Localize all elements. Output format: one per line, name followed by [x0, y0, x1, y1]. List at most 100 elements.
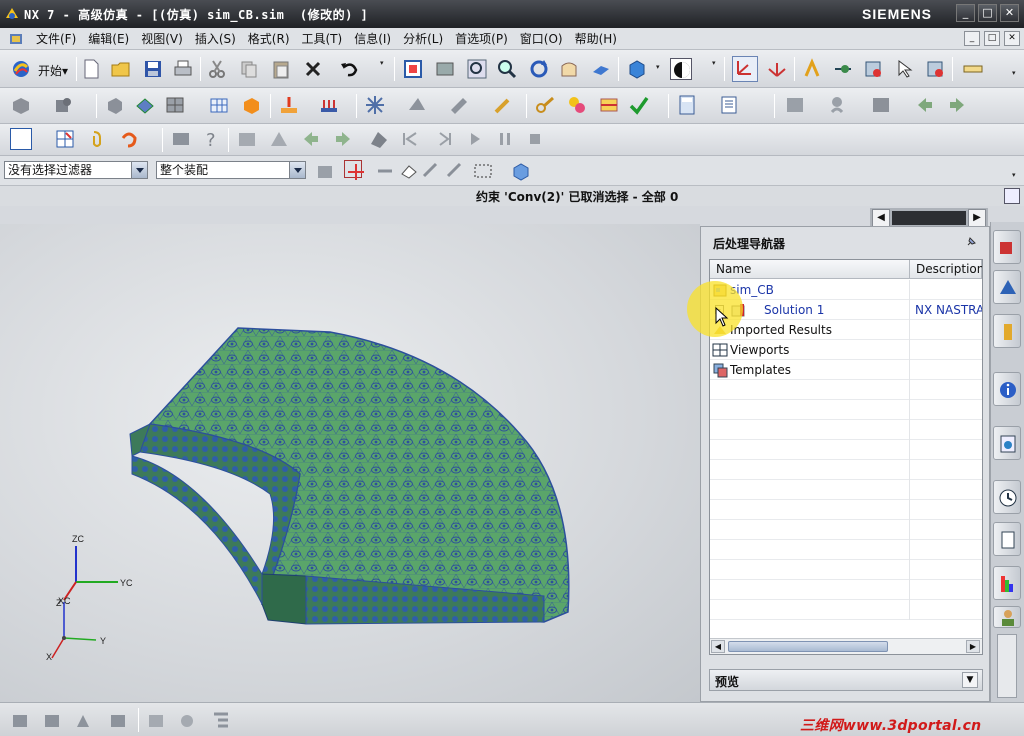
- region-icon[interactable]: [406, 94, 428, 116]
- report-icon[interactable]: [598, 94, 620, 116]
- more-dropdown-icon[interactable]: ▾: [712, 60, 718, 67]
- shading-dropdown-icon[interactable]: ▾: [656, 64, 662, 71]
- rb-info-tab[interactable]: [993, 372, 1021, 406]
- doc-close-button[interactable]: ✕: [1004, 31, 1020, 46]
- fit-view-icon[interactable]: [402, 58, 424, 80]
- ruler-icon[interactable]: [962, 58, 984, 80]
- pin-icon[interactable]: [965, 236, 977, 248]
- previous-result-icon[interactable]: [914, 94, 936, 116]
- rb-roles-tab[interactable]: [993, 522, 1021, 556]
- move-component-icon[interactable]: [42, 709, 64, 731]
- menu-system-icon[interactable]: [8, 31, 24, 47]
- zoom-window-icon[interactable]: [434, 58, 456, 80]
- analysis-tool-icon[interactable]: [802, 58, 824, 80]
- add-component-icon[interactable]: [10, 709, 32, 731]
- polygon-body-icon[interactable]: [104, 94, 126, 116]
- rb-part-tab[interactable]: [993, 270, 1021, 304]
- next-result-icon[interactable]: [946, 94, 968, 116]
- menu-analysis[interactable]: 分析(L): [397, 31, 449, 47]
- filter-tool-icon[interactable]: [924, 58, 946, 80]
- wcs-icon[interactable]: [732, 56, 758, 82]
- new-file-icon[interactable]: [80, 58, 102, 80]
- solid-element-icon[interactable]: [240, 94, 262, 116]
- rb-people-tab[interactable]: [993, 606, 1021, 628]
- calculator-icon[interactable]: [676, 94, 698, 116]
- doc-restore-button[interactable]: □: [984, 31, 1000, 46]
- animate-icon[interactable]: [170, 128, 192, 150]
- measure-icon[interactable]: [832, 58, 854, 80]
- navigator-scroll-track[interactable]: [892, 211, 966, 225]
- assembly-fem-icon[interactable]: [52, 94, 74, 116]
- forward-icon[interactable]: [332, 128, 354, 150]
- menu-view[interactable]: 视图(V): [135, 31, 189, 47]
- tree-row-solution[interactable]: - Solution 1 NX NASTRAN: [710, 300, 982, 320]
- solve-key-icon[interactable]: [534, 94, 556, 116]
- scroll-right-icon[interactable]: ▶: [968, 209, 986, 227]
- information-icon[interactable]: [718, 94, 740, 116]
- 3d-select-icon[interactable]: [510, 160, 529, 181]
- assembly-select-icon[interactable]: [314, 160, 332, 178]
- help-icon[interactable]: ?: [200, 128, 222, 151]
- post-view-icon[interactable]: [784, 94, 806, 116]
- background-icon[interactable]: [670, 58, 692, 80]
- clone-icon[interactable]: [178, 709, 200, 731]
- pan-icon[interactable]: [558, 58, 580, 80]
- load-icon[interactable]: [278, 94, 300, 116]
- type-filter-dropdown[interactable]: 没有选择过滤器: [4, 161, 148, 179]
- undo-icon[interactable]: [338, 58, 360, 80]
- tree-row-templates[interactable]: Templates: [710, 360, 982, 380]
- snap-point-icon[interactable]: [344, 160, 364, 180]
- select-tool-icon[interactable]: [894, 58, 916, 80]
- modeling-object-icon[interactable]: [448, 94, 470, 116]
- select-body-icon[interactable]: [444, 160, 462, 178]
- first-frame-icon[interactable]: [398, 128, 420, 150]
- cut-icon[interactable]: [206, 58, 228, 80]
- table-icon[interactable]: [54, 128, 76, 150]
- scrollbar-thumb[interactable]: [728, 641, 888, 652]
- print-icon[interactable]: [172, 58, 194, 80]
- wcs-origin-icon[interactable]: [766, 58, 788, 80]
- more-dropdown-icon[interactable]: ▾: [1012, 172, 1018, 179]
- tree-row-imported-results[interactable]: Imported Results: [710, 320, 982, 340]
- menu-insert[interactable]: 插入(S): [189, 31, 242, 47]
- display-frame-icon[interactable]: [10, 128, 32, 150]
- mesh-tool-icon[interactable]: [862, 58, 884, 80]
- doc-minimize-button[interactable]: _: [964, 31, 980, 46]
- simulation-object-icon[interactable]: [364, 94, 386, 116]
- link-icon[interactable]: [374, 160, 392, 178]
- rb-assembly-tab[interactable]: [993, 230, 1021, 264]
- selection-scope-dropdown[interactable]: 整个装配: [156, 161, 306, 179]
- tree-row-viewports[interactable]: Viewports: [710, 340, 982, 360]
- constraint-icon[interactable]: [318, 94, 340, 116]
- start-icon[interactable]: [10, 58, 32, 80]
- rb-history-tab[interactable]: [993, 480, 1021, 514]
- menu-file[interactable]: 文件(F): [30, 31, 82, 47]
- more-dropdown-icon[interactable]: ▾: [380, 60, 386, 67]
- attach-icon[interactable]: [86, 128, 108, 150]
- rotate-icon[interactable]: [528, 58, 550, 80]
- results-icon[interactable]: [566, 94, 588, 116]
- preview-section[interactable]: 预览 ▼: [709, 669, 983, 691]
- play-icon[interactable]: [464, 128, 486, 150]
- select-edges-icon[interactable]: [420, 160, 438, 178]
- zoom-in-out-icon[interactable]: [496, 58, 518, 80]
- menu-preferences[interactable]: 首选项(P): [449, 31, 514, 47]
- stop-icon[interactable]: [524, 128, 546, 150]
- edit-icon[interactable]: [492, 94, 514, 116]
- check-icon[interactable]: [628, 94, 650, 116]
- save-icon[interactable]: [142, 58, 164, 80]
- delete-icon[interactable]: [302, 58, 324, 80]
- menu-help[interactable]: 帮助(H): [569, 31, 623, 47]
- column-header-name[interactable]: Name: [710, 260, 910, 279]
- minimize-button[interactable]: _: [956, 4, 975, 22]
- fem-model-icon[interactable]: [10, 94, 32, 116]
- plot-icon[interactable]: [268, 128, 290, 150]
- perspective-icon[interactable]: [590, 58, 612, 80]
- fullscreen-icon[interactable]: [1004, 188, 1020, 204]
- deform-icon[interactable]: [368, 128, 390, 150]
- reset-icon[interactable]: [118, 128, 140, 150]
- menu-information[interactable]: 信息(I): [348, 31, 397, 47]
- menu-format[interactable]: 格式(R): [242, 31, 296, 47]
- shaded-view-icon[interactable]: [626, 58, 648, 80]
- horizontal-scrollbar[interactable]: ◀ ▶: [710, 638, 982, 654]
